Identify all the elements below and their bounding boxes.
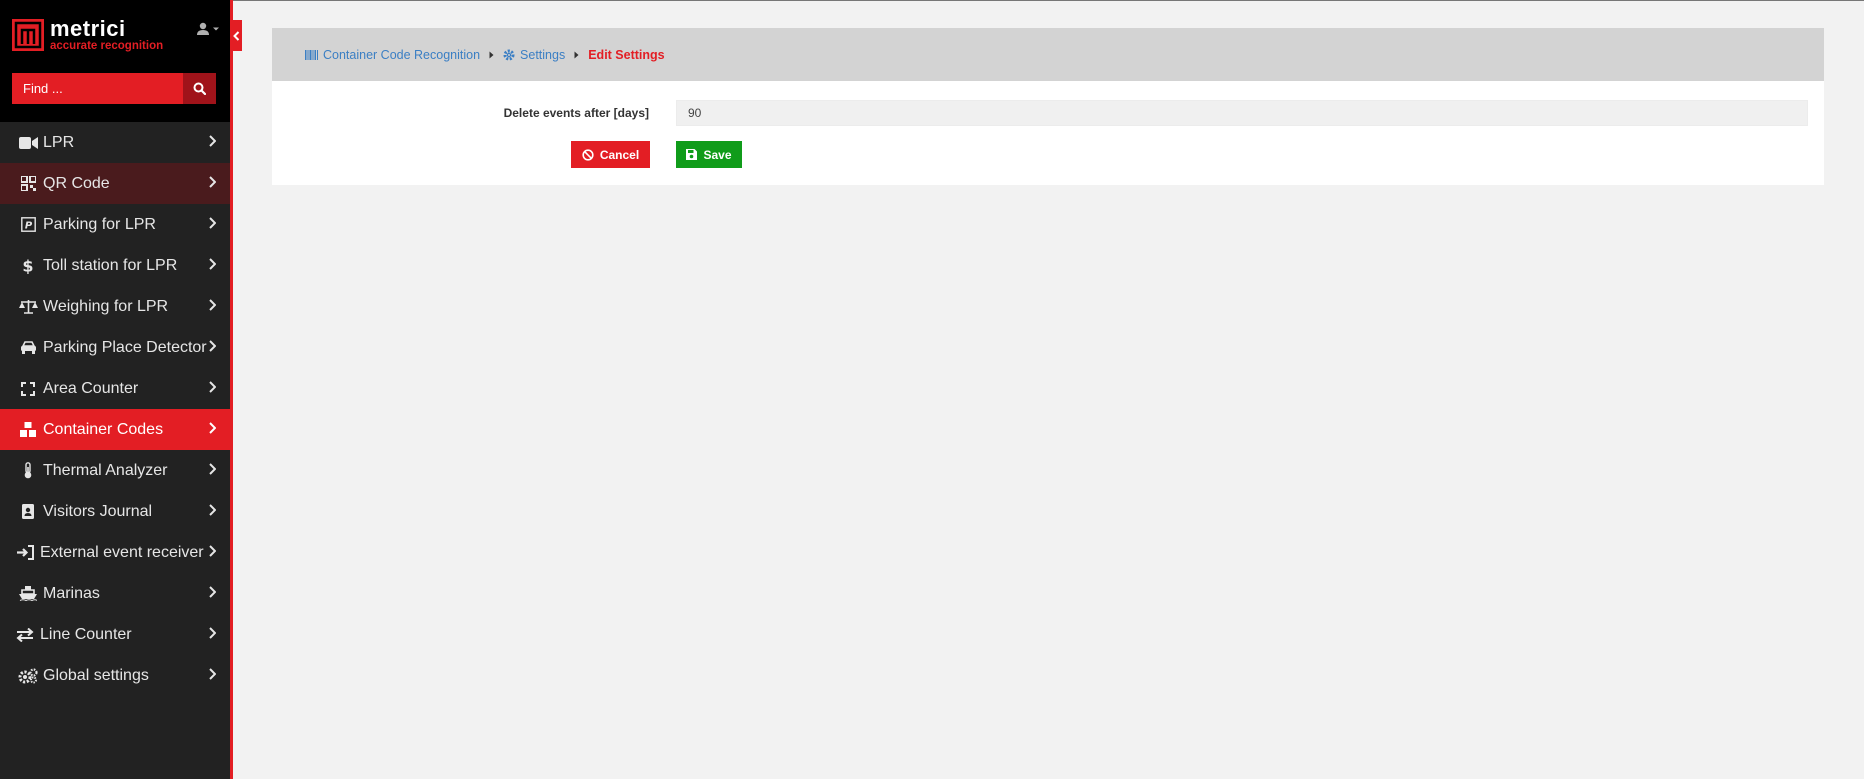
chevron-left-icon: [232, 30, 239, 41]
breadcrumb-label: Settings: [520, 47, 566, 62]
nav-item-line-counter[interactable]: Line Counter: [0, 614, 230, 655]
id-badge-icon: [17, 503, 39, 521]
nav-label: Area Counter: [43, 379, 139, 397]
logo-mark-icon: [12, 19, 44, 52]
chevron-right-icon: [209, 340, 216, 352]
delete-events-label: Delete events after [days]: [503, 106, 649, 120]
chevron-right-icon: [209, 176, 216, 188]
nav-label: Parking for LPR: [43, 215, 156, 233]
boxes-icon: [17, 421, 39, 439]
ban-icon: [582, 148, 594, 161]
delete-events-days-input[interactable]: [676, 100, 1808, 126]
breadcrumb-label: Container Code Recognition: [323, 47, 481, 62]
video-camera-icon: [17, 134, 39, 152]
barcode-icon: [305, 49, 318, 60]
brand-tagline: accurate recognition: [50, 40, 164, 52]
floppy-disk-icon: [686, 149, 698, 160]
nav-label: QR Code: [43, 174, 110, 192]
nav-label: Visitors Journal: [43, 502, 153, 520]
chevron-right-icon: [209, 586, 216, 598]
nav-item-toll-station[interactable]: $ Toll station for LPR: [0, 245, 230, 286]
qr-code-icon: [17, 175, 39, 193]
save-button[interactable]: Save: [676, 141, 742, 168]
nav-label: External event receiver: [40, 543, 204, 561]
save-label: Save: [703, 147, 732, 162]
breadcrumb: Container Code Recognition Settings Edit…: [272, 28, 1824, 81]
nav-item-visitors-journal[interactable]: Visitors Journal: [0, 491, 230, 532]
svg-text:$: $: [22, 257, 33, 274]
nav-item-container-codes[interactable]: Container Codes: [0, 409, 230, 450]
nav-label: Toll station for LPR: [43, 256, 178, 274]
chevron-right-icon: [209, 422, 216, 434]
chevron-right-icon: [209, 627, 216, 639]
sidebar-header: metrici accurate recognition: [0, 0, 230, 122]
breadcrumb-item-edit-settings: Edit Settings: [588, 48, 664, 62]
parking-icon: P: [17, 216, 39, 234]
breadcrumb-item-settings[interactable]: Settings: [503, 48, 565, 62]
nav-item-lpr[interactable]: LPR: [0, 122, 230, 163]
expand-icon: [17, 380, 39, 398]
chevron-right-icon: [209, 668, 216, 680]
nav-item-parking-for-lpr[interactable]: P Parking for LPR: [0, 204, 230, 245]
nav-label: Line Counter: [40, 625, 132, 643]
top-border: [233, 0, 1864, 1]
nav-item-thermal-analyzer[interactable]: Thermal Analyzer: [0, 450, 230, 491]
sign-in-icon: [14, 544, 36, 562]
chevron-right-icon: [209, 463, 216, 475]
scale-icon: [17, 298, 39, 316]
chevron-right-icon: [209, 504, 216, 516]
logo[interactable]: metrici accurate recognition: [12, 18, 163, 53]
nav-item-qr-code[interactable]: QR Code: [0, 163, 230, 204]
sidebar-divider: [230, 0, 233, 779]
user-icon: [197, 22, 209, 35]
caret-down-icon: [213, 27, 219, 31]
nav-item-marinas[interactable]: Marinas: [0, 573, 230, 614]
chevron-right-icon: [209, 135, 216, 147]
nav-label: Parking Place Detector: [43, 338, 207, 356]
sidebar-nav: LPR QR Code P Parking for LPR $ Toll sta…: [0, 122, 230, 696]
breadcrumb-item-container-code-recognition[interactable]: Container Code Recognition: [305, 48, 480, 62]
nav-label: Global settings: [43, 666, 149, 684]
nav-label: Container Codes: [43, 420, 164, 438]
chevron-right-icon: [209, 545, 216, 557]
nav-label: Thermal Analyzer: [43, 461, 168, 479]
cancel-label: Cancel: [599, 147, 640, 162]
car-icon: [17, 339, 39, 357]
nav-label: LPR: [43, 133, 75, 151]
search-button[interactable]: [183, 73, 216, 104]
gear-icon: [503, 49, 515, 60]
exchange-icon: [14, 626, 36, 644]
svg-text:P: P: [24, 221, 32, 232]
brand-name: metrici: [50, 16, 126, 41]
ship-icon: [17, 585, 39, 603]
chevron-right-icon: [209, 381, 216, 393]
chevron-right-icon: [209, 217, 216, 229]
breadcrumb-label: Edit Settings: [588, 47, 665, 62]
nav-label: Marinas: [43, 584, 100, 602]
search-bar: [12, 73, 216, 104]
gears-icon: [17, 667, 39, 685]
nav-item-parking-place-detector[interactable]: Parking Place Detector: [0, 327, 230, 368]
nav-item-global-settings[interactable]: Global settings: [0, 655, 230, 696]
sidebar: metrici accurate recognition Find ... LP…: [0, 0, 230, 779]
user-menu-button[interactable]: [196, 22, 220, 36]
nav-item-weighing[interactable]: Weighing for LPR: [0, 286, 230, 327]
chevron-right-icon: [209, 299, 216, 311]
dollar-icon: $: [17, 257, 39, 275]
nav-item-external-event-receiver[interactable]: External event receiver: [0, 532, 230, 573]
caret-right-icon: [574, 51, 579, 59]
nav-label: Weighing for LPR: [43, 297, 169, 315]
search-icon: [193, 82, 206, 95]
cancel-button[interactable]: Cancel: [571, 141, 650, 168]
nav-item-area-counter[interactable]: Area Counter: [0, 368, 230, 409]
caret-right-icon: [489, 51, 494, 59]
search-input[interactable]: [12, 73, 183, 104]
sidebar-collapse-button[interactable]: [230, 20, 242, 51]
chevron-right-icon: [209, 258, 216, 270]
settings-panel: Container Code Recognition Settings Edit…: [272, 28, 1824, 185]
thermometer-icon: [17, 462, 39, 480]
